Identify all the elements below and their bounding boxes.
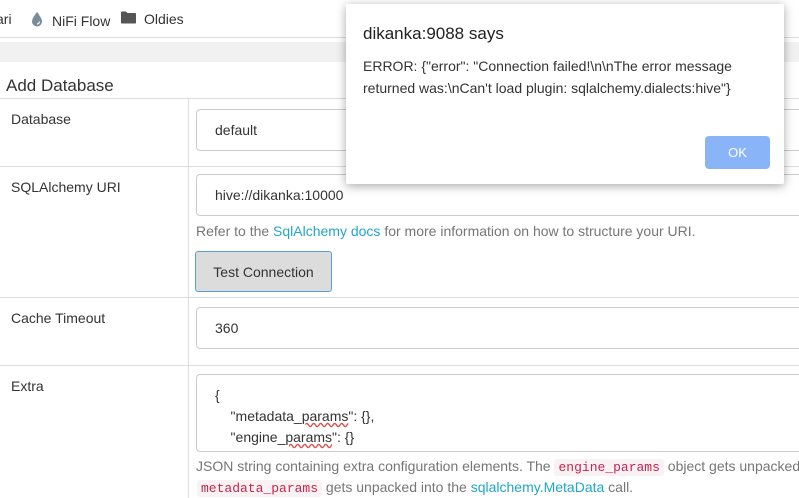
alert-dialog: dikanka:9088 says ERROR: {"error": "Conn… [346,4,784,184]
water-drop-icon [30,11,44,30]
code-line: { [215,387,220,403]
test-connection-button[interactable]: Test Connection [195,251,332,292]
cache-timeout-input[interactable]: 360 [196,307,799,349]
dialog-message: ERROR: {"error": "Connection failed!\n\n… [363,58,732,96]
uri-help-text: Refer to the SqlAlchemy docs for more in… [196,223,696,239]
folder-icon [121,11,136,27]
engine-params-code: engine_params [554,459,664,476]
page-title: Add Database [6,76,114,95]
sqlalchemy-uri-row: SQLAlchemy URI hive://dikanka:10000 Refe… [0,167,799,298]
extra-label: Extra [0,366,189,498]
bookmark-label: Oldies [144,11,184,27]
extra-textarea[interactable]: { "metadata_params": {}, "engine_params"… [196,374,799,452]
sqlalchemy-docs-link[interactable]: SqlAlchemy docs [273,223,380,239]
database-label: Database [0,99,189,166]
extra-row: Extra { "metadata_params": {}, "engine_p… [0,366,799,498]
code-line: } [215,448,799,451]
cache-timeout-label: Cache Timeout [0,298,189,365]
metadata-params-code: metadata_params [197,480,323,497]
sqlalchemy-metadata-link[interactable]: sqlalchemy.MetaData [471,479,605,495]
bookmark-oldies[interactable]: Oldies [121,11,184,27]
bookmark-item[interactable]: ari [0,11,12,27]
bookmark-label: NiFi Flow [52,12,111,29]
help-text: Refer to the [196,223,274,239]
ok-button[interactable]: OK [705,136,770,169]
extra-help-text: JSON string containing extra configurati… [196,458,799,476]
code-line: "engine_params": {} [215,429,355,445]
help-text: for more information on how to structure… [380,223,696,239]
dialog-title: dikanka:9088 says [363,24,504,43]
bookmark-nifi-flow[interactable]: NiFi Flow [30,11,110,30]
extra-help-text-2: metadata_params gets unpacked into the s… [197,479,633,497]
code-line: "metadata_params": {}, [215,408,375,424]
bookmark-label: ari [0,11,12,27]
sqlalchemy-uri-label: SQLAlchemy URI [0,167,189,297]
cache-timeout-row: Cache Timeout 360 [0,298,799,366]
